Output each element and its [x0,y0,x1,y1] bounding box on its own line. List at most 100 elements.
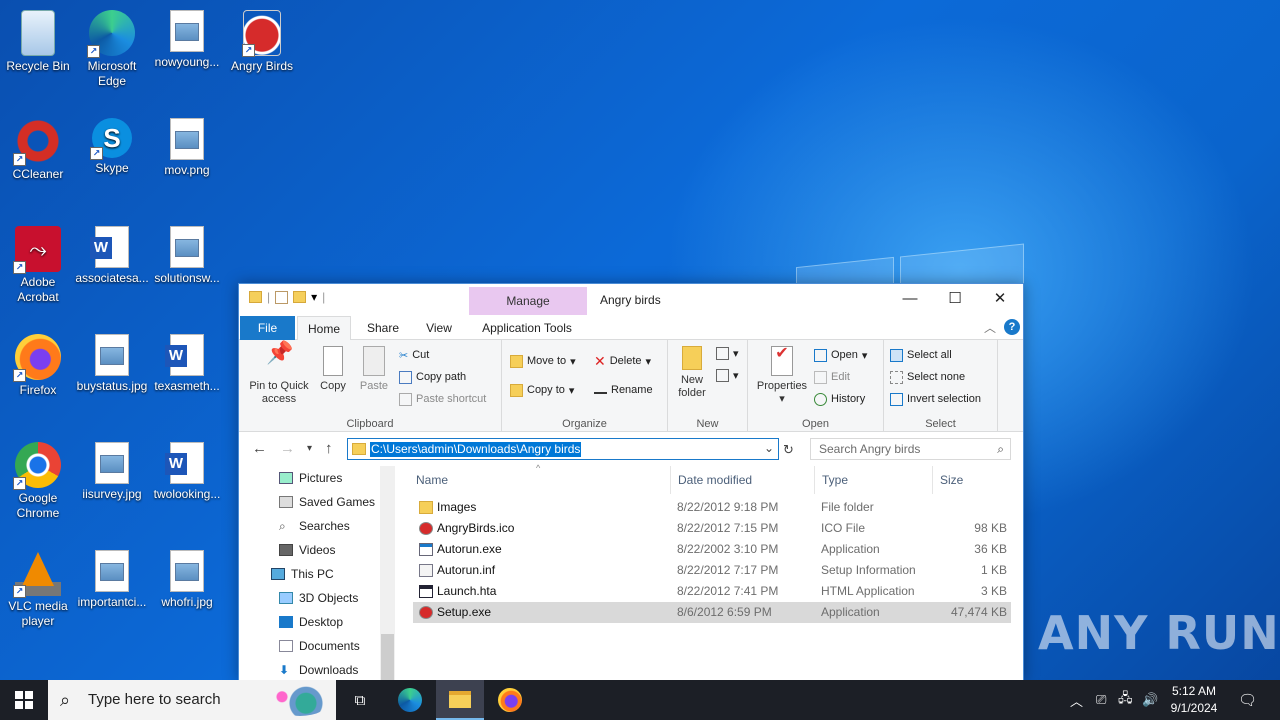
desktop-icon-recycle-bin[interactable]: Recycle Bin [0,4,76,74]
volume-icon[interactable]: 🔊 [1142,680,1158,720]
folder-icon [352,443,366,455]
new-folder-button[interactable]: New folder [672,346,712,400]
desktop-icon-whofri[interactable]: whofri.jpg [149,544,225,610]
desktop-icon-ccleaner[interactable]: ↗ CCleaner [0,112,76,182]
desktop-icon-importantci[interactable]: importantci... [74,544,150,610]
paste-button[interactable]: Paste [356,346,392,393]
back-arrow-icon[interactable]: ← [252,440,267,457]
clock[interactable]: 5:12 AM 9/1/2024 [1164,683,1224,717]
desktop-icon-buystatus[interactable]: buystatus.jpg [74,328,150,394]
desktop-icon-associatesa[interactable]: W associatesa... [74,220,150,286]
word-document-icon: W [90,226,129,268]
table-row[interactable]: AngryBirds.ico 8/22/2012 7:15 PM ICO Fil… [413,518,1011,539]
desktop-icon-firefox[interactable]: ↗ Firefox [0,328,76,398]
select-none-button[interactable]: Select none [890,368,965,386]
history-button[interactable]: History [814,390,865,408]
taskbar-search-input[interactable]: ⌕ Type here to search [48,680,336,720]
desktop-icon-edge[interactable]: ↗ Microsoft Edge [74,4,150,89]
tab-application-tools[interactable]: Application Tools [471,316,583,340]
copy-button[interactable]: Copy [315,346,351,393]
table-row[interactable]: Autorun.inf 8/22/2012 7:17 PM Setup Info… [413,560,1011,581]
collapse-ribbon-icon[interactable]: ︿ [983,316,997,340]
taskbar-file-explorer[interactable] [436,680,484,720]
desktop-icon-mov-png[interactable]: mov.png [149,112,225,178]
image-file-icon [170,226,204,268]
column-header-date[interactable]: Date modified [671,466,815,494]
tab-home[interactable]: Home [297,316,351,341]
close-button[interactable]: ✕ [977,284,1023,314]
new-folder-icon[interactable] [293,291,307,303]
delete-button[interactable]: ✕ Delete ▾ [594,352,651,370]
edit-button[interactable]: Edit [814,368,850,386]
desktop-icon-iisurvey[interactable]: iisurvey.jpg [74,436,150,502]
nav-item-3d-objects[interactable]: 3D Objects [279,586,358,610]
copy-path-button[interactable]: Copy path [399,368,466,386]
minimize-button[interactable]: — [887,284,933,314]
rename-button[interactable]: Rename [594,381,653,399]
tab-share[interactable]: Share [354,316,412,340]
table-row[interactable]: Images 8/22/2012 9:18 PM File folder [413,497,1011,518]
help-icon[interactable]: ? [1004,319,1020,335]
copy-to-button[interactable]: Copy to ▾ [510,381,574,399]
desktop-icon-texasmeth[interactable]: W texasmeth... [149,328,225,394]
desktop-icon-twolooking[interactable]: W twolooking... [149,436,225,502]
column-header-size[interactable]: Size [933,466,1011,494]
notifications-icon[interactable]: 🗨 [1238,680,1257,720]
paste-shortcut-button[interactable]: Paste shortcut [399,390,486,408]
new-item-button[interactable]: ▾ [716,344,739,362]
open-button[interactable]: Open ▾ [814,346,867,364]
explorer-window[interactable]: | ▾ | Manage Angry birds — ☐ ✕ File Home… [238,283,1024,681]
nav-item-videos[interactable]: Videos [279,538,335,562]
up-arrow-icon[interactable]: ↑ [325,440,333,457]
cut-button[interactable]: ✂ Cut [399,346,429,364]
nav-item-saved-games[interactable]: Saved Games [279,490,375,514]
nav-scrollbar[interactable] [380,466,395,680]
show-hidden-icons[interactable]: ︿ [1070,680,1083,720]
properties-button[interactable]: ✔ Properties ▾ [754,346,810,406]
network-icon[interactable]: 🖧 [1118,680,1133,720]
chevron-down-icon[interactable]: ⌄ [764,441,774,455]
desktop-icon-angry-birds[interactable]: ↗ Angry Birds [224,4,300,74]
taskbar-firefox[interactable] [486,680,534,720]
address-bar[interactable]: C:\Users\admin\Downloads\Angry birds ⌄ [347,438,779,460]
acrobat-icon: ⤳ ↗ [13,226,61,274]
nav-item-desktop[interactable]: Desktop [279,610,343,634]
column-header-type[interactable]: Type [815,466,933,494]
properties-icon[interactable] [275,290,289,304]
maximize-button[interactable]: ☐ [932,284,978,314]
nav-item-this-pc[interactable]: This PC [271,562,334,586]
desktop-icon-vlc[interactable]: ↗ VLC media player [0,544,76,629]
select-all-button[interactable]: Select all [890,346,952,364]
title-bar[interactable]: | ▾ | Manage Angry birds — ☐ ✕ [239,284,1023,316]
search-input[interactable]: Search Angry birds ⌕ [810,438,1011,460]
table-row[interactable]: Launch.hta 8/22/2012 7:41 PM HTML Applic… [413,581,1011,602]
column-header-name[interactable]: Name [409,466,671,494]
device-icon[interactable]: ⎚ [1096,680,1106,720]
scrollbar-thumb[interactable] [381,634,394,680]
table-row[interactable]: Setup.exe 8/6/2012 6:59 PM Application 4… [413,602,1011,623]
tab-view[interactable]: View [414,316,464,340]
recent-locations-icon[interactable]: ▾ [307,443,312,454]
table-row[interactable]: Autorun.exe 8/22/2002 3:10 PM Applicatio… [413,539,1011,560]
invert-selection-button[interactable]: Invert selection [890,390,981,408]
refresh-icon[interactable]: ↻ [783,442,794,458]
desktop-icon-chrome[interactable]: ↗ Google Chrome [0,436,76,521]
desktop-icon-skype[interactable]: S ↗ Skype [74,112,150,176]
desktop-icon-solutionsw[interactable]: solutionsw... [149,220,225,286]
move-to-button[interactable]: Move to ▾ [510,352,576,370]
tab-file[interactable]: File [240,316,295,340]
desktop-icon-nowyoung[interactable]: nowyoung... [149,4,225,70]
pin-quick-access-button[interactable]: 📌 Pin to Quick access [245,342,313,406]
task-view-button[interactable]: ⧉ [336,680,384,720]
chevron-down-icon[interactable]: ▾ [311,290,317,304]
nav-item-downloads[interactable]: ⬇ Downloads [279,658,358,680]
nav-item-pictures[interactable]: Pictures [279,466,342,490]
easy-access-button[interactable]: ▾ [716,366,739,384]
nav-item-searches[interactable]: ⌕ Searches [279,514,350,538]
start-button[interactable] [0,680,48,720]
forward-arrow-icon[interactable]: → [280,440,295,457]
taskbar-edge[interactable] [386,680,434,720]
address-text[interactable]: C:\Users\admin\Downloads\Angry birds [370,442,582,457]
nav-item-documents[interactable]: Documents [279,634,360,658]
desktop-icon-adobe-acrobat[interactable]: ⤳ ↗ Adobe Acrobat [0,220,76,305]
